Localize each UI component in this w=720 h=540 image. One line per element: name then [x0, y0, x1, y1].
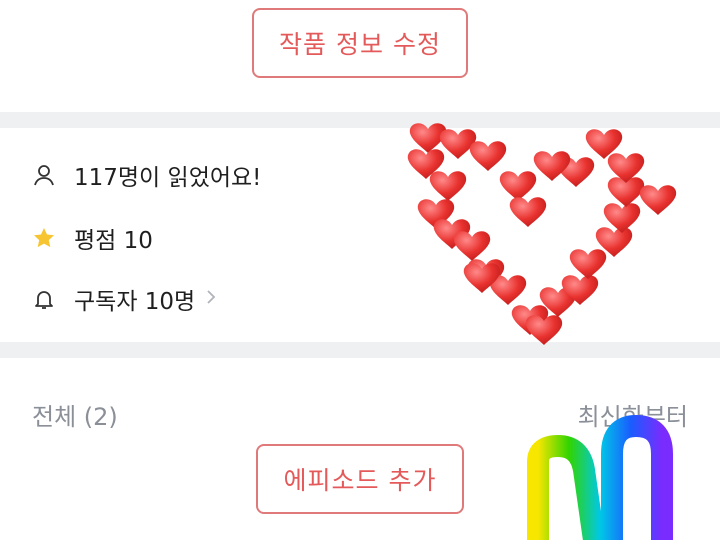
- edit-work-info-button[interactable]: 작품 정보 수정: [252, 8, 468, 78]
- person-icon: [32, 163, 56, 187]
- section-divider: [0, 112, 720, 128]
- episode-count-title: 전체 (2): [32, 403, 118, 431]
- rating-text: 평점 10: [74, 228, 153, 254]
- sort-order-button[interactable]: 최신화부터: [578, 397, 688, 432]
- readers-row: 117명이 읽었어요!: [32, 158, 261, 192]
- bell-icon: [32, 287, 56, 311]
- work-header-section: 작품 정보 수정: [0, 0, 720, 112]
- readers-text: 117명이 읽었어요!: [74, 165, 262, 191]
- subscribers-row[interactable]: 구독자 10명: [32, 282, 217, 316]
- star-icon: [32, 226, 56, 250]
- chevron-right-icon: [205, 286, 217, 312]
- section-divider: [0, 342, 720, 358]
- stats-section: 117명이 읽었어요! 평점 10 구독자 10명: [0, 128, 720, 342]
- rating-row: 평점 10: [32, 221, 153, 255]
- subscribers-text: 구독자 10명: [74, 289, 196, 315]
- add-episode-button[interactable]: 에피소드 추가: [256, 444, 464, 514]
